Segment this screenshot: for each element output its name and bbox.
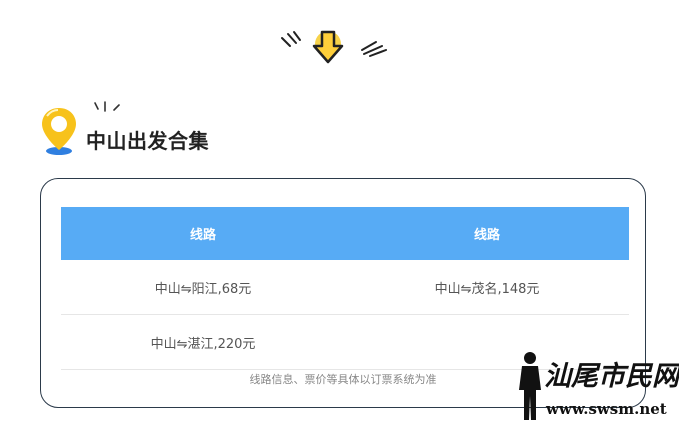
route-cell: 中山⇋湛江,220元 xyxy=(61,314,345,370)
watermark: 汕尾市民网 www.swsm.net xyxy=(514,350,679,426)
section-header: 中山出发合集 xyxy=(40,100,340,156)
spark-lines-icon xyxy=(94,101,120,112)
location-pin-icon xyxy=(42,108,76,155)
down-arrow-icon xyxy=(281,30,387,64)
watermark-name: 汕尾市民网 xyxy=(544,361,679,392)
column-header: 线路 xyxy=(61,207,345,260)
route-cell: 中山⇋茂名,148元 xyxy=(345,260,629,315)
watermark-url: www.swsm.net xyxy=(546,400,667,418)
route-cell: 中山⇋阳江,68元 xyxy=(61,260,345,315)
column-header: 线路 xyxy=(345,207,629,260)
person-silhouette-icon xyxy=(519,352,541,420)
route-table: 线路 线路 中山⇋阳江,68元 中山⇋茂名,148元 中山⇋湛江,220元 xyxy=(61,207,629,370)
table-row: 中山⇋阳江,68元 中山⇋茂名,148元 xyxy=(61,260,629,315)
section-title: 中山出发合集 xyxy=(86,129,209,153)
table-header-row: 线路 线路 xyxy=(61,207,629,260)
